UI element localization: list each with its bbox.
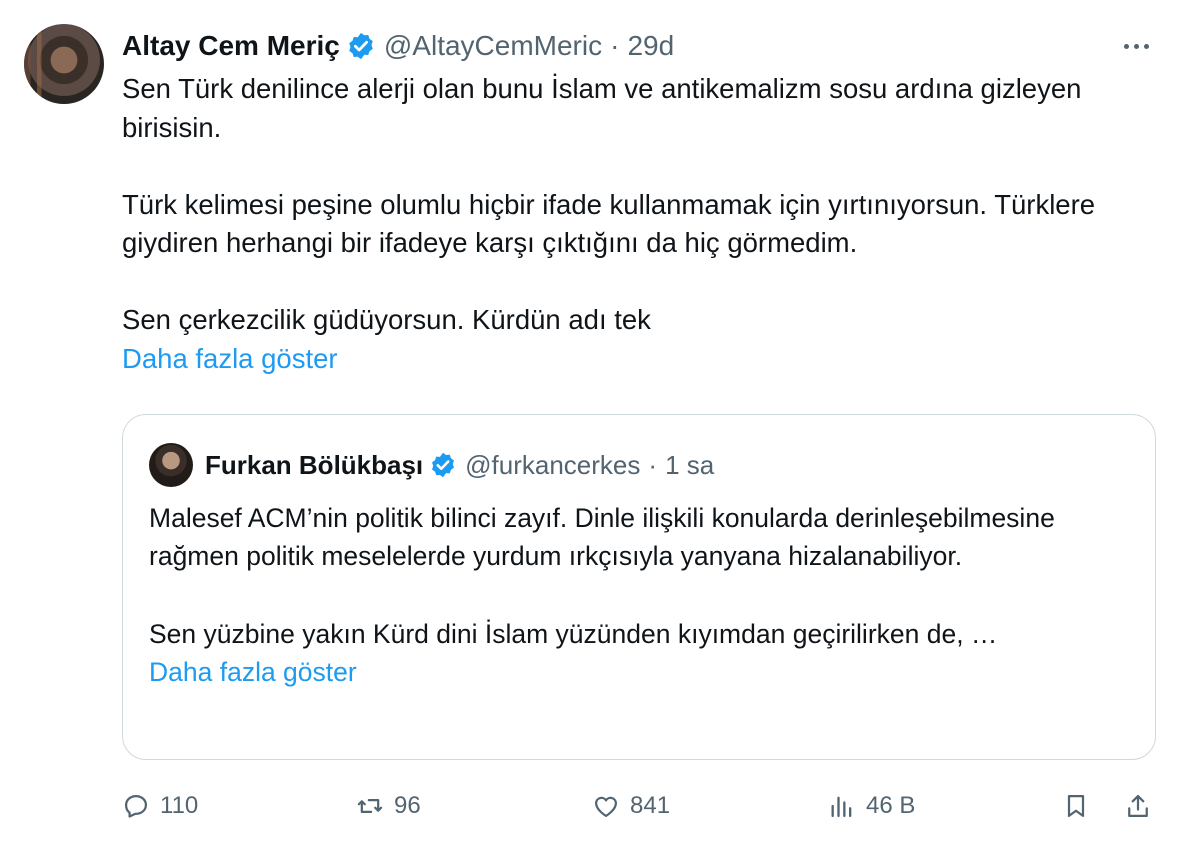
repost-button[interactable]: 96 xyxy=(356,788,421,824)
quoted-show-more-link[interactable]: Daha fazla göster xyxy=(149,653,357,691)
separator-dot: · xyxy=(648,449,658,480)
verified-badge-icon xyxy=(349,32,373,60)
author-avatar[interactable] xyxy=(24,24,104,104)
show-more-link[interactable]: Daha fazla göster xyxy=(122,340,338,379)
tweet[interactable]: Altay Cem Meriç @AltayCemMeric · 29d Sen… xyxy=(0,0,1182,858)
tweet-paragraph: Sen Türk denilince alerji olan bunu İsla… xyxy=(122,73,1082,143)
tweet-header: Altay Cem Meriç @AltayCemMeric · 29d xyxy=(122,28,674,64)
reply-icon xyxy=(124,794,148,818)
share-icon xyxy=(1128,794,1148,818)
views-icon xyxy=(831,796,852,818)
like-count: 841 xyxy=(630,792,671,819)
views-button[interactable]: 46 B xyxy=(828,788,915,824)
bookmark-button[interactable] xyxy=(1062,788,1090,824)
like-button[interactable]: 841 xyxy=(592,788,670,824)
author-name[interactable]: Altay Cem Meriç xyxy=(122,30,340,62)
views-count: 46 B xyxy=(866,792,916,819)
tweet-timestamp[interactable]: 29d xyxy=(627,30,674,62)
verified-badge-icon xyxy=(432,452,455,478)
tweet-body: Sen Türk denilince alerji olan bunu İsla… xyxy=(122,70,1122,378)
quoted-tweet-body: Malesef ACM’nin politik bilinci zayıf. D… xyxy=(149,499,1139,691)
share-button[interactable] xyxy=(1124,788,1152,824)
quoted-tweet-header: Furkan Bölükbaşı @furkancerkes · 1 sa xyxy=(205,445,714,485)
quoted-tweet[interactable]: Furkan Bölükbaşı @furkancerkes · 1 sa Ma… xyxy=(122,414,1156,760)
bookmark-icon xyxy=(1067,794,1085,818)
quoted-tweet-timestamp[interactable]: 1 sa xyxy=(665,450,714,481)
reply-button[interactable]: 110 xyxy=(122,788,198,824)
quoted-author-handle[interactable]: @furkancerkes xyxy=(465,450,640,481)
like-icon xyxy=(594,796,618,818)
repost-count: 96 xyxy=(394,792,421,819)
repost-icon xyxy=(357,799,383,813)
action-bar: 110 96 841 46 B xyxy=(122,788,1156,824)
author-handle[interactable]: @AltayCemMeric xyxy=(384,30,602,62)
more-icon[interactable] xyxy=(1118,34,1154,58)
quoted-author-avatar[interactable] xyxy=(149,443,193,487)
tweet-paragraph: Sen çerkezcilik güdüyorsun. Kürdün adı t… xyxy=(122,304,651,335)
tweet-paragraph: Türk kelimesi peşine olumlu hiçbir ifade… xyxy=(122,188,1096,259)
separator-dot: · xyxy=(610,30,620,61)
quoted-paragraph: Malesef ACM’nin politik bilinci zayıf. D… xyxy=(149,503,1055,571)
reply-count: 110 xyxy=(160,792,199,819)
quoted-author-name[interactable]: Furkan Bölükbaşı xyxy=(205,450,423,481)
quoted-paragraph: Sen yüzbine yakın Kürd dini İslam yüzünd… xyxy=(149,619,998,649)
